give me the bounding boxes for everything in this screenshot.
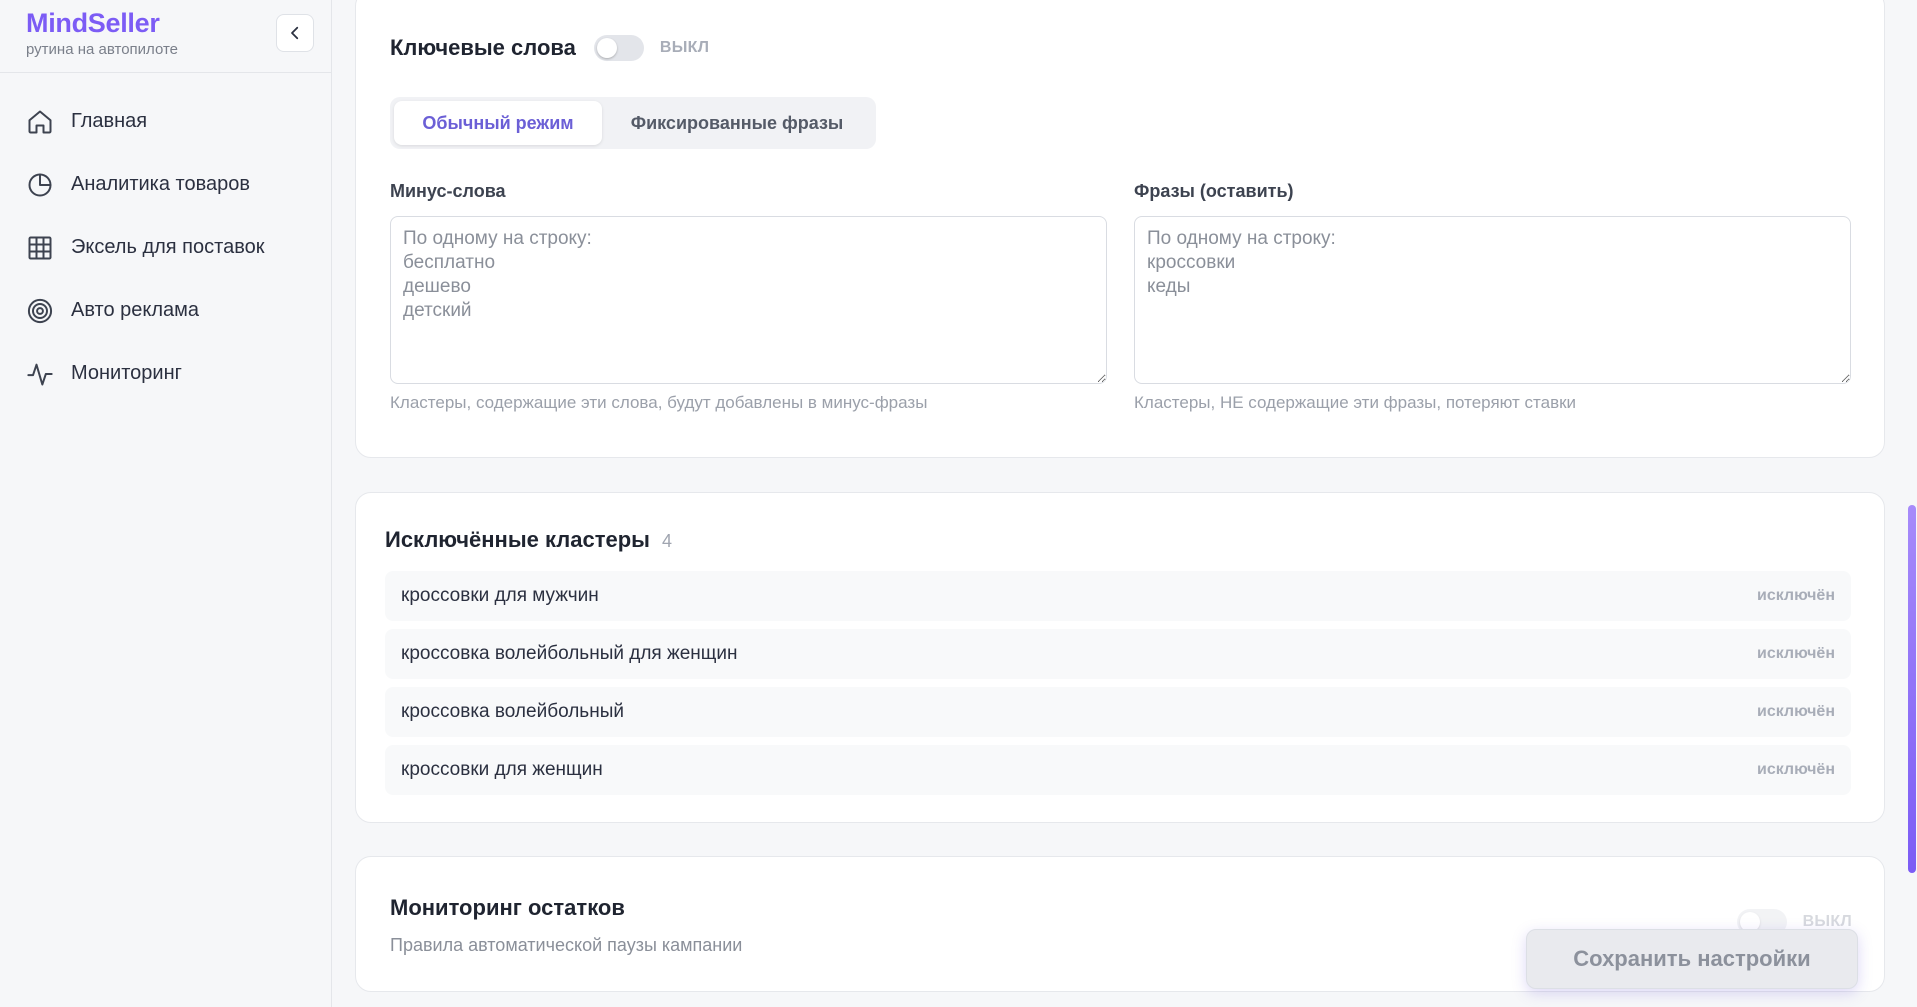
- save-settings-button[interactable]: Сохранить настройки: [1526, 929, 1858, 989]
- minus-words-label: Минус-слова: [390, 181, 506, 201]
- sidebar: MindSeller рутина на автопилоте Главная …: [0, 0, 332, 1007]
- keywords-header: Ключевые слова ВЫКЛ: [390, 35, 709, 61]
- cluster-text: кроссовки для мужчин: [401, 585, 599, 606]
- excluded-header: Исключённые кластеры 4: [385, 527, 672, 553]
- sidebar-item-label: Аналитика товаров: [71, 173, 251, 195]
- chevron-left-icon: [291, 26, 299, 40]
- tab-normal-mode[interactable]: Обычный режим: [394, 101, 602, 145]
- cluster-text: кроссовка волейбольный для женщин: [401, 643, 738, 664]
- cluster-status: исключён: [1756, 703, 1835, 720]
- sidebar-item-monitoring[interactable]: Мониторинг: [0, 342, 332, 405]
- pie-chart-icon: [28, 173, 52, 196]
- brand-name: MindSeller: [26, 8, 160, 38]
- phrases-label: Фразы (оставить): [1134, 181, 1294, 201]
- brand[interactable]: MindSeller рутина на автопилоте: [26, 8, 178, 58]
- cluster-text: кроссовка волейбольный: [401, 701, 624, 722]
- tab-fixed-phrases[interactable]: Фиксированные фразы: [602, 101, 872, 145]
- scrollbar-thumb[interactable]: [1908, 505, 1916, 873]
- grid-icon: [28, 236, 52, 259]
- monitoring-subtitle: Правила автоматической паузы кампании: [390, 935, 743, 955]
- keywords-title: Ключевые слова: [390, 35, 576, 60]
- sidebar-item-excel[interactable]: Эксель для поставок: [0, 216, 332, 279]
- activity-icon: [27, 363, 53, 385]
- minus-words-textarea[interactable]: [390, 216, 1107, 384]
- main-content: Ключевые слова ВЫКЛ Обычный режим Фиксир…: [333, 0, 1917, 1007]
- scrollbar[interactable]: [1907, 0, 1917, 1007]
- target-icon: [27, 298, 53, 323]
- brand-tagline: рутина на автопилоте: [26, 41, 179, 58]
- excluded-clusters-card: Исключённые кластеры 4 кроссовки для муж…: [355, 492, 1885, 823]
- cluster-status: исключён: [1756, 645, 1835, 662]
- cluster-text: кроссовки для женщин: [401, 759, 603, 780]
- sidebar-item-home[interactable]: Главная: [0, 90, 332, 153]
- minus-words-hint: Кластеры, содержащие эти слова, будут до…: [390, 393, 928, 412]
- list-item[interactable]: кроссовки для женщин исключён: [385, 745, 1851, 795]
- excluded-list: кроссовки для мужчин исключён кроссовка …: [385, 571, 1851, 803]
- sidebar-item-label: Авто реклама: [71, 299, 200, 321]
- keywords-toggle-state: ВЫКЛ: [659, 39, 710, 56]
- sidebar-nav: Главная Аналитика товаров Эксель для пос…: [0, 90, 332, 405]
- sidebar-item-label: Главная: [71, 110, 148, 132]
- cluster-status: исключён: [1756, 587, 1835, 604]
- phrases-hint: Кластеры, НЕ содержащие эти фразы, потер…: [1134, 393, 1577, 412]
- list-item[interactable]: кроссовка волейбольный исключён: [385, 687, 1851, 737]
- cluster-status: исключён: [1756, 761, 1835, 778]
- keywords-card: Ключевые слова ВЫКЛ Обычный режим Фиксир…: [355, 0, 1885, 458]
- sidebar-item-label: Мониторинг: [71, 362, 182, 384]
- sidebar-divider: [0, 72, 332, 73]
- sidebar-item-auto-ads[interactable]: Авто реклама: [0, 279, 332, 342]
- sidebar-item-analytics[interactable]: Аналитика товаров: [0, 153, 332, 216]
- excluded-title: Исключённые кластеры: [385, 527, 650, 552]
- app-root: MindSeller рутина на автопилоте Главная …: [0, 0, 1917, 1007]
- collapse-sidebar-button[interactable]: [276, 14, 314, 52]
- list-item[interactable]: кроссовки для мужчин исключён: [385, 571, 1851, 621]
- home-icon: [28, 110, 52, 133]
- monitoring-title: Мониторинг остатков: [390, 895, 625, 920]
- keywords-toggle[interactable]: [593, 35, 644, 61]
- excluded-count: 4: [661, 531, 672, 551]
- list-item[interactable]: кроссовка волейбольный для женщин исключ…: [385, 629, 1851, 679]
- sidebar-item-label: Эксель для поставок: [71, 236, 265, 258]
- mode-tabs: Обычный режим Фиксированные фразы: [390, 97, 876, 149]
- phrases-textarea[interactable]: [1134, 216, 1851, 384]
